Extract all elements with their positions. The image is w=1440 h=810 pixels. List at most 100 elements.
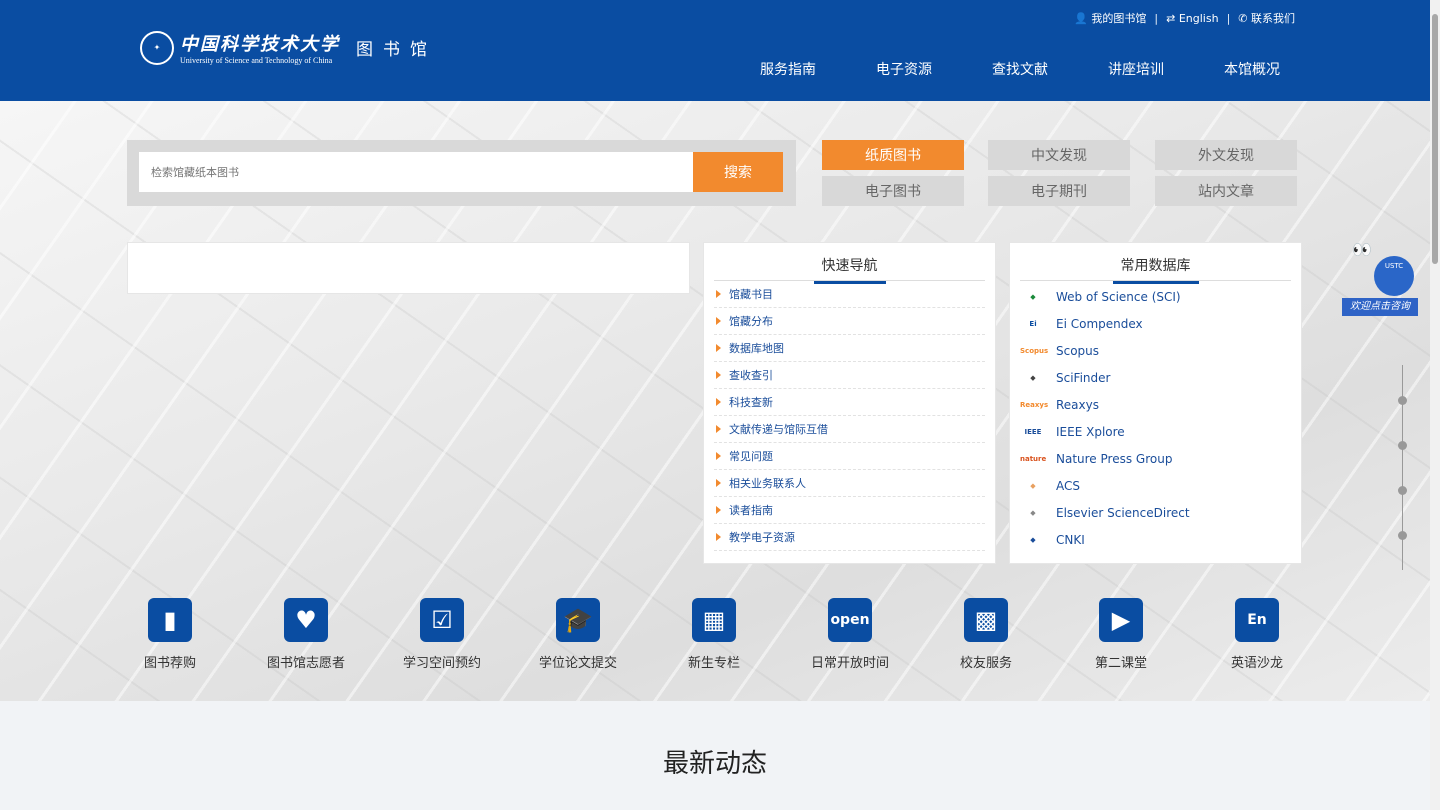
database-label: Reaxys (1056, 397, 1099, 412)
consult-mascot[interactable]: 👀 USTC 欢迎点击咨询 (1342, 240, 1418, 320)
database-logo-icon: nature (1020, 454, 1047, 463)
heart-icon: ♥ (284, 598, 328, 642)
database-item[interactable]: ◆ SciFinder (1020, 364, 1301, 391)
database-logo-icon: IEEE (1024, 427, 1042, 436)
database-item[interactable]: ◆ Web of Science (SCI) (1020, 283, 1301, 310)
tab-ejournals[interactable]: 电子期刊 (988, 176, 1130, 206)
database-item[interactable]: nature Nature Press Group (1020, 445, 1301, 472)
library-title: 图书馆 (356, 40, 437, 60)
database-item[interactable]: ◆ ACS (1020, 472, 1301, 499)
quick-nav-item[interactable]: 馆藏书目 (714, 281, 985, 308)
quick-nav-item[interactable]: 文献传递与馆际互借 (714, 416, 985, 443)
database-label: Ei Compendex (1056, 316, 1143, 331)
service-item[interactable]: ☑ 学习空间预约 (377, 598, 507, 671)
calendar-check-icon: ☑ (420, 598, 464, 642)
snail-shell-icon: USTC (1374, 256, 1414, 296)
database-item[interactable]: ◆ Elsevier ScienceDirect (1020, 499, 1301, 526)
service-item[interactable]: ▶ 第二课堂 (1056, 598, 1186, 671)
service-label: 图书荐购 (143, 656, 196, 671)
database-label: ACS (1056, 478, 1080, 493)
database-label: Elsevier ScienceDirect (1056, 505, 1190, 520)
database-logo-icon: ◆ (1030, 508, 1036, 517)
search-button[interactable]: 搜索 (693, 152, 783, 192)
quick-nav-item[interactable]: 科技查新 (714, 389, 985, 416)
database-logo-icon: ◆ (1030, 373, 1036, 382)
database-item[interactable]: Reaxys Reaxys (1020, 391, 1301, 418)
phone-icon: ✆ (1238, 12, 1248, 25)
consult-banner: 欢迎点击咨询 (1342, 298, 1418, 316)
nav-find-literature[interactable]: 查找文献 (962, 59, 1078, 79)
tab-chinese-discovery[interactable]: 中文发现 (988, 140, 1130, 170)
my-library-link[interactable]: 👤 我的图书馆 (1074, 10, 1146, 26)
quick-nav-item[interactable]: 教学电子资源 (714, 524, 985, 551)
snail-eyes-icon: 👀 (1352, 240, 1372, 259)
link-label: English (1178, 11, 1219, 25)
database-logo-icon: Reaxys (1020, 400, 1049, 409)
quick-nav-item[interactable]: 读者指南 (714, 497, 985, 524)
database-logo-icon: Scopus (1020, 346, 1049, 355)
database-item[interactable]: IEEE IEEE Xplore (1020, 418, 1301, 445)
grid-icon: ▦ (692, 598, 736, 642)
search-box: 搜索 (127, 140, 796, 206)
service-item[interactable]: 🎓 学位论文提交 (513, 598, 643, 671)
scroll-dot[interactable] (1398, 396, 1407, 405)
scroll-dot[interactable] (1398, 531, 1407, 540)
notice-panel (127, 242, 690, 294)
divider: | (1154, 11, 1159, 25)
service-item[interactable]: open 日常开放时间 (785, 598, 915, 671)
scrollbar[interactable] (1430, 0, 1440, 810)
database-logo-icon: ◆ (1030, 481, 1036, 490)
link-label: 联系我们 (1251, 12, 1295, 25)
service-item[interactable]: ♥ 图书馆志愿者 (241, 598, 371, 671)
tab-ebooks[interactable]: 电子图书 (822, 176, 964, 206)
header: ✦ 中国科学技术大学 University of Science and Tec… (0, 0, 1430, 101)
scrollbar-thumb[interactable] (1432, 14, 1438, 264)
english-link[interactable]: ⇄ English (1166, 12, 1218, 25)
service-label: 英语沙龙 (1230, 656, 1283, 671)
news-title: 最新动态 (662, 749, 767, 779)
nav-about[interactable]: 本馆概况 (1194, 59, 1310, 79)
university-seal-icon: ✦ (140, 30, 174, 65)
quick-nav-item[interactable]: 常见问题 (714, 443, 985, 470)
tab-site-articles[interactable]: 站内文章 (1155, 176, 1297, 206)
database-item[interactable]: ◆ CNKI (1020, 526, 1301, 553)
quick-nav-title: 快速导航 (813, 255, 886, 284)
quick-nav-item[interactable]: 相关业务联系人 (714, 470, 985, 497)
service-label: 图书馆志愿者 (266, 656, 345, 671)
nav-e-resources[interactable]: 电子资源 (846, 59, 962, 79)
service-item[interactable]: ▩ 校友服务 (921, 598, 1051, 671)
service-label: 校友服务 (959, 656, 1012, 671)
database-logo-icon: ◆ (1030, 535, 1036, 544)
contact-link[interactable]: ✆ 联系我们 (1238, 10, 1295, 26)
quick-nav-item[interactable]: 数据库地图 (714, 335, 985, 362)
database-item[interactable]: Ei Ei Compendex (1020, 310, 1301, 337)
tab-foreign-discovery[interactable]: 外文发现 (1155, 140, 1297, 170)
databases-title: 常用数据库 (1112, 255, 1199, 284)
quick-nav-item[interactable]: 馆藏分布 (714, 308, 985, 335)
main-nav: 服务指南 电子资源 查找文献 讲座培训 本馆概况 (730, 59, 1310, 79)
databases-panel: 常用数据库 ◆ Web of Science (SCI) Ei Ei Compende… (1009, 242, 1302, 564)
service-item[interactable]: En 英语沙龙 (1192, 598, 1322, 671)
search-input[interactable] (139, 152, 693, 192)
database-label: SciFinder (1056, 370, 1111, 385)
quick-nav-item[interactable]: 查收查引 (714, 362, 985, 389)
logo[interactable]: ✦ 中国科学技术大学 University of Science and Tec… (140, 30, 437, 65)
service-label: 新生专栏 (687, 656, 740, 671)
nav-service-guide[interactable]: 服务指南 (730, 59, 846, 79)
scroll-dot[interactable] (1398, 441, 1407, 450)
service-label: 第二课堂 (1094, 656, 1147, 671)
service-label: 学位论文提交 (538, 656, 617, 671)
play-icon: ▶ (1099, 598, 1143, 642)
logo-en: University of Science and Technology of … (180, 56, 333, 65)
database-logo-icon: Ei (1029, 319, 1037, 328)
database-label: CNKI (1056, 532, 1085, 547)
database-item[interactable]: Scopus Scopus (1020, 337, 1301, 364)
open-sign-icon: open (828, 598, 872, 642)
service-item[interactable]: ▮ 图书荐购 (105, 598, 235, 671)
tab-print-books[interactable]: 纸质图书 (822, 140, 964, 170)
scroll-dot[interactable] (1398, 486, 1407, 495)
nav-lectures[interactable]: 讲座培训 (1078, 59, 1194, 79)
graduation-cap-icon: 🎓 (556, 598, 600, 642)
swap-icon: ⇄ (1166, 11, 1176, 25)
service-item[interactable]: ▦ 新生专栏 (649, 598, 779, 671)
